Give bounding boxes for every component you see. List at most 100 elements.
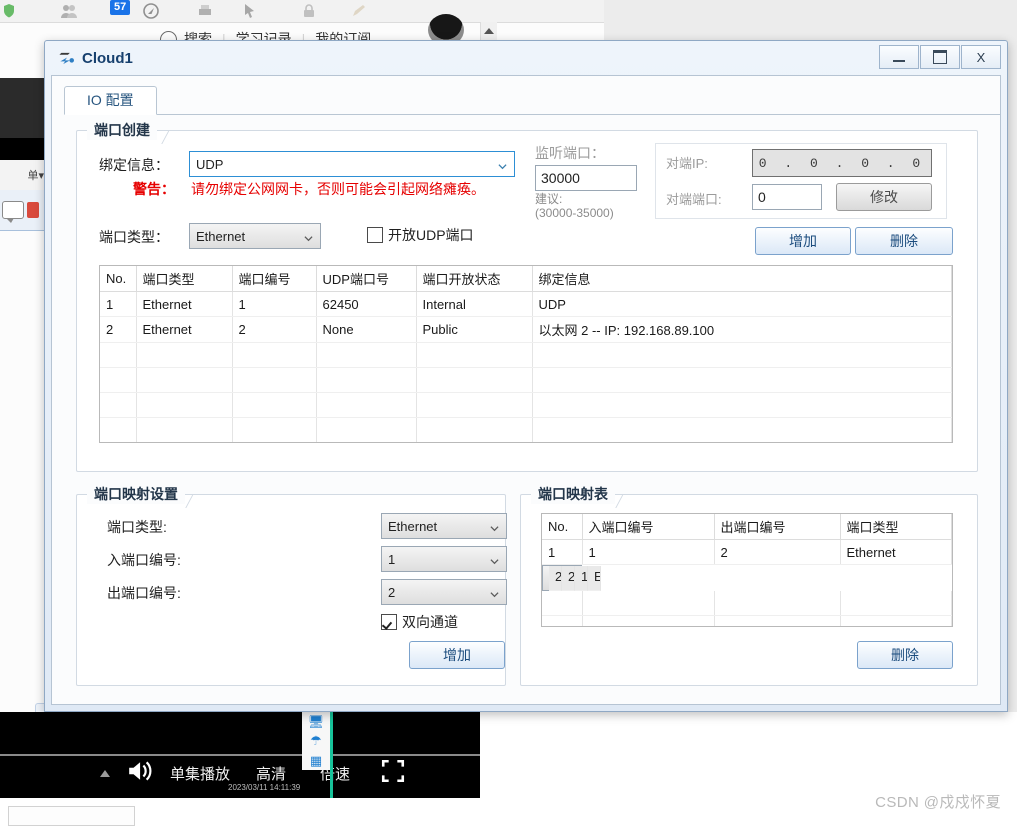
in-port-label: 入端口编号:	[107, 552, 181, 568]
table-row-empty[interactable]	[100, 367, 952, 393]
table-row[interactable]: 1 1 2 Ethernet	[542, 539, 952, 565]
delete-port-button[interactable]: 删除	[855, 227, 953, 255]
port-col-0: No.	[100, 266, 137, 292]
mapping-col-0: No.	[542, 514, 583, 540]
table-row-empty[interactable]	[100, 392, 952, 418]
modify-button[interactable]: 修改	[836, 183, 932, 211]
mapping-port-type-select[interactable]: Ethernet	[381, 513, 507, 539]
bidirectional-checkbox[interactable]	[381, 614, 397, 630]
video-accent-bar	[330, 712, 333, 798]
add-mapping-button[interactable]: 增加	[409, 641, 505, 669]
open-udp-checkbox-row[interactable]: 开放UDP端口	[367, 225, 474, 245]
table-row-empty[interactable]	[100, 443, 952, 444]
listen-port-value: 30000	[541, 170, 580, 186]
listen-hint-line2: (30000-35000)	[535, 205, 614, 220]
port-type-select[interactable]: Ethernet	[189, 223, 321, 249]
warning-message: 警告： 请勿绑定公网网卡，否则可能会引起网络瘫痪。	[133, 179, 485, 199]
table-row-empty[interactable]	[542, 615, 952, 626]
binding-info-select[interactable]: UDP	[189, 151, 515, 177]
cell: 2	[100, 316, 137, 343]
table-row[interactable]: 1 Ethernet 1 62450 Internal UDP	[100, 291, 952, 317]
mapping-settings-group-label: 端口映射设置	[87, 484, 185, 504]
listen-port-input[interactable]: 30000	[535, 165, 637, 191]
table-row-empty[interactable]	[100, 342, 952, 368]
red-flag-icon[interactable]	[27, 202, 39, 218]
compass-icon	[142, 2, 160, 20]
delete-mapping-button[interactable]: 删除	[857, 641, 953, 669]
port-col-5: 绑定信息	[532, 266, 952, 292]
peer-ip-input[interactable]: 0 . 0 . 0 . 0	[752, 149, 932, 177]
cell: 1	[100, 291, 137, 317]
volume-icon[interactable]	[124, 759, 154, 788]
peer-ip-label: 对端IP:	[666, 156, 708, 171]
mapping-port-type-value: Ethernet	[388, 518, 438, 534]
cell: Public	[416, 316, 533, 343]
background-secondary-toolbar: 单▾	[0, 160, 47, 191]
warning-prefix: 警告：	[133, 181, 175, 197]
table-row-empty[interactable]	[542, 591, 952, 616]
maximize-button[interactable]	[920, 45, 960, 69]
background-video-player: 单集播放 高清 倍速 2023/03/11 14:11:39	[0, 712, 480, 798]
table-row-empty[interactable]	[100, 417, 952, 442]
pencil-icon	[350, 2, 368, 20]
tab-bar: IO 配置	[64, 86, 1000, 115]
grid-icon[interactable]: ▦	[310, 754, 322, 767]
peer-port-input[interactable]: 0	[752, 184, 822, 210]
cloud-config-window: Cloud1 X IO 配置 端口创建 绑定信息： UDP 警告： 请勿绑定公网网…	[44, 40, 1008, 712]
port-type-label: 端口类型：	[99, 229, 169, 245]
mapping-table-header-row: No. 入端口编号 出端口编号 端口类型	[542, 514, 952, 540]
person-icon[interactable]: ☂	[310, 734, 322, 747]
chevron-down-icon	[304, 231, 313, 242]
background-black-strip	[0, 138, 44, 160]
fullscreen-icon[interactable]	[380, 758, 406, 789]
in-port-select[interactable]: 1	[381, 546, 507, 572]
binding-info-label: 绑定信息：	[99, 157, 169, 173]
video-timestamp: 2023/03/11 14:11:39	[228, 783, 301, 792]
mapping-col-2: 出端口编号	[714, 514, 841, 540]
bidirectional-checkbox-row[interactable]: 双向通道	[381, 612, 458, 632]
chevron-down-icon	[490, 554, 499, 565]
chat-bubble-icon[interactable]	[2, 201, 24, 223]
port-col-1: 端口类型	[136, 266, 233, 292]
listen-hint-line1: 建议:	[535, 192, 563, 206]
cell: 1	[542, 539, 583, 565]
port-table[interactable]: No. 端口类型 端口编号 UDP端口号 端口开放状态 绑定信息 1 Ether…	[99, 265, 953, 443]
table-row[interactable]: 2 Ethernet 2 None Public 以太网 2 -- IP: 19…	[100, 316, 952, 343]
background-browser-toolbar: 57	[0, 0, 604, 23]
cell: Ethernet	[136, 291, 233, 317]
bidirectional-label: 双向通道	[402, 614, 458, 630]
cell: 2	[714, 539, 841, 565]
peer-settings-panel: 对端IP: 0 . 0 . 0 . 0 对端端口: 0 修改	[655, 143, 947, 219]
chevron-down-icon	[498, 159, 507, 170]
minimize-button[interactable]	[879, 45, 919, 69]
port-create-group-label: 端口创建	[87, 120, 157, 140]
cell: 1	[232, 291, 317, 317]
video-control-0[interactable]: 单集播放	[170, 763, 230, 784]
mapping-table[interactable]: No. 入端口编号 出端口编号 端口类型 1 1 2 Ethernet 2 2 …	[541, 513, 953, 627]
watermark: CSDN @戍戍怀夏	[875, 794, 1001, 811]
notification-badge[interactable]: 57	[110, 0, 131, 15]
title-bar[interactable]: Cloud1 X	[45, 41, 1007, 75]
out-port-label: 出端口编号:	[107, 585, 181, 601]
port-col-4: 端口开放状态	[416, 266, 533, 292]
close-button[interactable]: X	[961, 45, 1001, 69]
tab-io-config[interactable]: IO 配置	[64, 86, 157, 115]
in-port-value: 1	[388, 551, 396, 567]
video-control-1[interactable]: 高清	[256, 763, 286, 784]
add-port-button[interactable]: 增加	[755, 227, 851, 255]
listen-port-label: 监听端口：	[535, 145, 605, 161]
table-row-selected[interactable]: 2 2 1 Ethernet	[542, 565, 601, 591]
cell: 以太网 2 -- IP: 192.168.89.100	[532, 316, 952, 343]
cell: 2	[549, 565, 562, 591]
group-divider	[615, 494, 640, 508]
port-type-value: Ethernet	[196, 228, 246, 244]
monitor-icon[interactable]: 🖥	[308, 715, 325, 728]
background-chat-toolbar	[0, 190, 46, 231]
chevron-up-icon[interactable]	[100, 769, 110, 777]
out-port-select[interactable]: 2	[381, 579, 507, 605]
background-bottom-box	[8, 806, 135, 826]
open-udp-checkbox[interactable]	[367, 227, 383, 243]
scroll-up-icon[interactable]	[484, 28, 494, 34]
port-col-2: 端口编号	[232, 266, 317, 292]
mapping-settings-group: 端口映射设置 端口类型: Ethernet 入端口编号: 1 出端口编号: 2	[76, 484, 507, 686]
